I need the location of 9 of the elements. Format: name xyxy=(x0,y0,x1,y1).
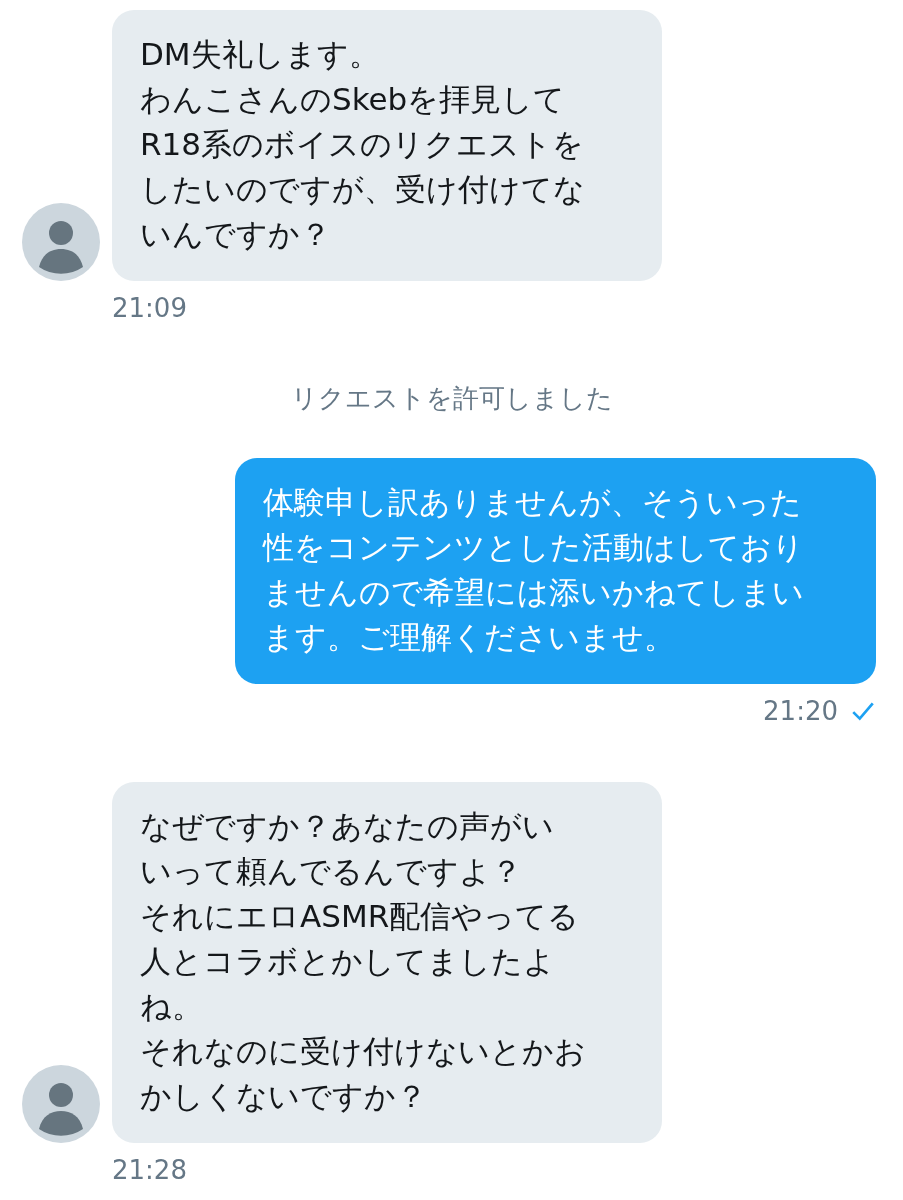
system-message: リクエストを許可しました xyxy=(289,382,614,415)
timestamp: 21:20 xyxy=(763,696,838,726)
avatar-icon xyxy=(22,203,100,281)
message-text: DM失礼します。 わんこさんのSkebを拝見して R18系のボイスのリクエストを したいのですが、受け付けてな いんですか？ xyxy=(140,35,586,254)
message-text: なぜですか？あなたの声がい いって頼んでるんですよ？ それにエロASMR配信やってる 人とコラボとかしてましたよ ね。 それなのに受け付けないとかお かしくないですか？ xyxy=(140,807,587,1116)
message-text: 体験申し訳ありませんが、そういった 性をコンテンツとした活動はしており ませんので希望には添いかねてしまい ます。ご理解くださいませ。 xyxy=(263,483,805,657)
timestamp: 21:28 xyxy=(112,1155,187,1185)
avatar-icon xyxy=(22,1065,100,1143)
timestamp: 21:09 xyxy=(112,293,187,323)
